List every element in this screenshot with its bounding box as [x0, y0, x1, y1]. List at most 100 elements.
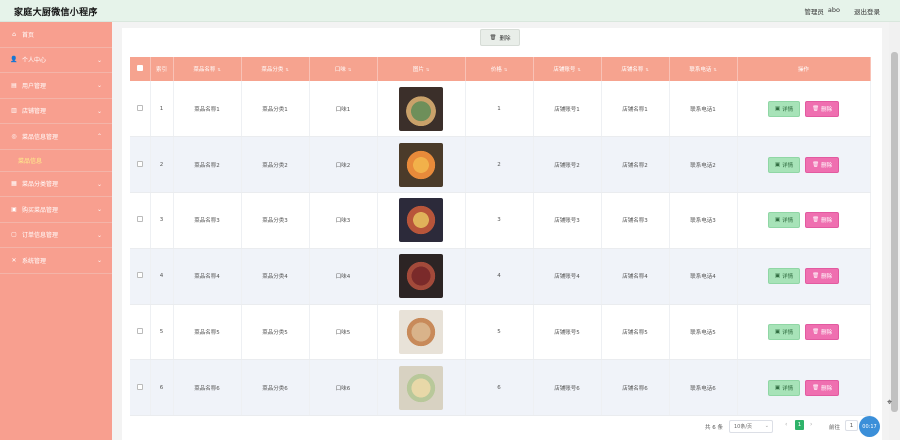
detail-button[interactable]: ▣ 详情 [767, 268, 801, 285]
cell-shop-name: 店铺名称1 [601, 81, 670, 138]
page-number-current[interactable]: 1 [795, 420, 804, 430]
sidebar-item-users[interactable]: ▤ 用户管理 ⌄ [0, 73, 112, 99]
row-checkbox[interactable] [136, 216, 143, 223]
cell-taste: 口味5 [309, 304, 378, 361]
sidebar-item-label: 系统管理 [22, 257, 47, 265]
delete-button[interactable]: 🗑 删除 [805, 156, 840, 173]
cell-name: 菜品名称3 [173, 192, 242, 249]
prev-page-button[interactable]: ‹ [785, 421, 787, 428]
cell-text: 4 [497, 273, 501, 280]
sidebar-item-cart[interactable]: ▣ 购买菜品管理 ⌄ [0, 197, 112, 223]
sort-icon[interactable]: ⇅ [577, 67, 580, 72]
cell-name: 菜品名称2 [173, 136, 242, 194]
detail-button[interactable]: ▣ 详情 [767, 212, 801, 229]
cell-category: 菜品分类4 [241, 248, 310, 305]
delete-button[interactable]: 🗑 删除 [805, 379, 840, 396]
cell-text: 店铺名称5 [622, 330, 648, 337]
sidebar-item-user[interactable]: 👤 个人中心 ⌄ [0, 48, 112, 73]
logout-link[interactable]: 退出登录 [854, 6, 880, 16]
main-content: 🗑 删除 索引 菜品名称 ⇅ 菜品分类 ⇅ 口味 ⇅ 图片 ⇅ 价格 ⇅ 店铺账号 ⇅ 店铺名称 ⇅ 联系电话… [122, 28, 882, 440]
cell-phone: 联系电话1 [669, 81, 738, 138]
row-checkbox[interactable] [136, 272, 143, 279]
cell-text: 菜品分类4 [262, 274, 288, 281]
column-header: 店铺账号 ⇅ [533, 57, 602, 81]
sidebar-item-settings[interactable]: ✕ 系统管理 ⌄ [0, 248, 112, 274]
table-row: 5 菜品名称5 菜品分类5 口味5 5 店铺账号5 店铺名称5 联系电话5 ▣ 详情 🗑 删除 [130, 304, 871, 361]
sidebar-item-order[interactable]: ▢ 订单信息管理 ⌄ [0, 223, 112, 248]
sort-icon[interactable]: ⇅ [645, 67, 648, 72]
batch-delete-button[interactable]: 🗑 删除 [480, 29, 520, 46]
vertical-scrollbar[interactable] [889, 22, 900, 440]
sidebar-item-label: 首页 [22, 31, 35, 39]
table-row: 2 菜品名称2 菜品分类2 口味2 2 店铺账号2 店铺名称2 联系电话2 ▣ 详情 🗑 删除 [130, 136, 871, 194]
cell-text: 菜品分类1 [262, 106, 288, 113]
column-header-label: 菜品分类 [261, 67, 284, 73]
cell-text: 菜品分类2 [262, 162, 288, 169]
sidebar-subitem-dish-info[interactable]: 菜品信息 [0, 149, 112, 172]
trash-icon: 🗑 [812, 329, 820, 336]
cell-shop-name: 店铺名称3 [601, 192, 670, 249]
sidebar-item-home[interactable]: ⌂ 首页 [0, 22, 112, 48]
sort-icon[interactable]: ⇅ [504, 67, 507, 72]
sort-icon[interactable]: ⇅ [217, 67, 220, 72]
detail-button[interactable]: ▣ 详情 [767, 156, 801, 173]
delete-label: 删除 [821, 106, 833, 113]
goto-page-input[interactable]: 1 [845, 420, 858, 431]
sidebar: ⌂ 首页 👤 个人中心 ⌄ ▤ 用户管理 ⌄ ▥ 店铺管理 ⌄ ◎ 菜品信息管理 ⌃ 菜品信息 ▦ 菜品分类管理… [0, 22, 112, 440]
row-checkbox[interactable] [136, 383, 143, 390]
cell-text: 店铺账号3 [554, 218, 580, 225]
sort-icon[interactable]: ⇅ [713, 67, 716, 72]
dish-icon: ◎ [11, 132, 17, 140]
dish-image [399, 365, 443, 410]
row-checkbox[interactable] [136, 104, 143, 111]
cell-price: 5 [465, 304, 534, 361]
column-header-label: 操作 [797, 67, 809, 73]
app-title: 家庭大厨微信小程序 [14, 8, 98, 18]
row-checkbox[interactable] [136, 328, 143, 335]
cell-text: 菜品分类6 [262, 385, 288, 392]
delete-button[interactable]: 🗑 删除 [805, 268, 840, 285]
cell-phone: 联系电话5 [669, 304, 738, 361]
cell-actions: ▣ 详情 🗑 删除 [737, 136, 871, 194]
row-select-cell [130, 359, 151, 417]
cell-category: 菜品分类2 [241, 136, 310, 194]
page-size-select[interactable]: 10条/页 ⌄ [729, 420, 773, 433]
detail-button[interactable]: ▣ 详情 [767, 324, 801, 341]
cell-text: 店铺账号5 [554, 330, 580, 337]
sort-icon[interactable]: ⇅ [426, 67, 429, 72]
cell-shop-name: 店铺名称2 [601, 136, 670, 194]
cell-text: 联系电话1 [690, 106, 716, 113]
dish-image [399, 254, 443, 299]
detail-button[interactable]: ▣ 详情 [767, 379, 801, 396]
detail-button[interactable]: ▣ 详情 [767, 100, 801, 117]
delete-label: 删除 [821, 218, 833, 225]
select-all-checkbox[interactable] [136, 65, 143, 71]
sidebar-item-shop[interactable]: ▥ 店铺管理 ⌄ [0, 99, 112, 124]
sidebar-item-label: 订单信息管理 [22, 232, 59, 240]
delete-label: 删除 [821, 274, 833, 281]
scrollbar-thumb[interactable] [891, 52, 898, 412]
sidebar-item-dish[interactable]: ◎ 菜品信息管理 ⌃ [0, 124, 112, 150]
sort-icon[interactable]: ⇅ [285, 67, 288, 72]
column-header: 操作 [737, 57, 871, 81]
cell-taste: 口味2 [309, 136, 378, 194]
column-header-label: 店铺名称 [621, 67, 644, 73]
delete-button[interactable]: 🗑 删除 [805, 100, 840, 117]
sort-icon[interactable]: ⇅ [348, 67, 351, 72]
row-select-cell [130, 248, 151, 305]
shop-icon: ▥ [11, 107, 17, 115]
pagination: 共 6 条 10条/页 ⌄ ‹ 1 › 前往 1 [0, 420, 900, 440]
delete-button[interactable]: 🗑 删除 [805, 324, 840, 341]
column-header-label: 索引 [155, 67, 167, 73]
sidebar-item-category[interactable]: ▦ 菜品分类管理 ⌄ [0, 172, 112, 197]
cell-text: 联系电话5 [690, 330, 716, 337]
row-checkbox[interactable] [136, 160, 143, 167]
trash-icon: 🗑 [812, 217, 820, 224]
table-row: 1 菜品名称1 菜品分类1 口味1 1 店铺账号1 店铺名称1 联系电话1 ▣ 详情 🗑 删除 [130, 81, 871, 138]
next-page-button[interactable]: › [810, 421, 812, 428]
username: abo [827, 6, 840, 14]
delete-button[interactable]: 🗑 删除 [805, 212, 840, 229]
cell-taste: 口味4 [309, 248, 378, 305]
cell-taste: 口味1 [309, 81, 378, 138]
cell-price: 4 [465, 248, 534, 305]
